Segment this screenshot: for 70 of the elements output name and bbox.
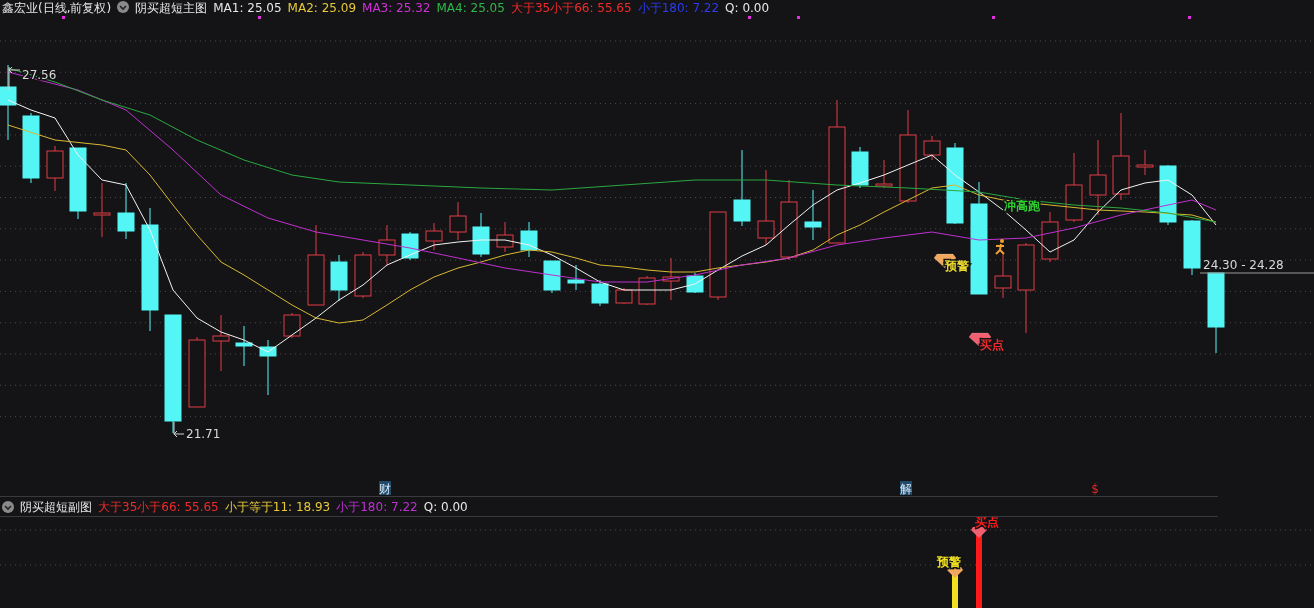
candlestick [212, 314, 230, 372]
candlestick [1136, 149, 1154, 176]
candlestick [330, 254, 348, 302]
arrow-icon [173, 421, 185, 438]
arrow-icon [8, 66, 21, 91]
gem-icon [971, 527, 987, 538]
candlestick [662, 257, 680, 301]
candlestick [994, 252, 1012, 299]
indicator-reading: Q: 0.00 [725, 1, 770, 15]
candlestick [543, 260, 561, 294]
signal-label: 买点 [980, 338, 1004, 352]
event-marker[interactable]: $ [1091, 482, 1099, 496]
gem-icon [947, 567, 963, 578]
indicator-reading: 大于35小于66: 55.65 [98, 499, 219, 514]
candlestick [93, 182, 111, 238]
candlestick [401, 231, 419, 261]
indicator-reading: MA2: 25.09 [287, 1, 357, 15]
indicator-name: 阴买超短主图 [135, 1, 208, 15]
candlestick [591, 279, 609, 307]
tick-mark [992, 16, 995, 19]
collapse-icon[interactable] [2, 500, 14, 513]
candlestick [283, 312, 301, 339]
tick-mark [258, 16, 261, 19]
low-price-label: 21.71 [186, 427, 221, 441]
signal-label: 预警 [945, 259, 969, 273]
candlestick [46, 145, 64, 192]
signal-label: 预警 [937, 555, 961, 569]
event-marker[interactable]: 解 [900, 482, 912, 496]
candlestick [472, 212, 490, 258]
candlestick [520, 221, 538, 258]
candlestick [1065, 152, 1083, 223]
candlestick [117, 182, 135, 240]
candlestick [1183, 219, 1201, 276]
event-marker-background [379, 481, 391, 495]
tick-mark [1188, 16, 1191, 19]
candlestick [235, 325, 253, 367]
indicator-reading: 小于180: 7.22 [336, 499, 418, 514]
stock-title: 鑫宏业(日线,前复权) [2, 1, 112, 15]
candlestick [1159, 164, 1177, 226]
candlestick [354, 251, 372, 299]
tick-mark [797, 16, 800, 19]
tick-mark [748, 16, 751, 19]
indicator-reading: 小于180: 7.22 [637, 1, 720, 15]
indicator-reading: 小于等于11: 18.93 [224, 499, 331, 514]
candlestick [923, 135, 941, 161]
candlestick [567, 264, 585, 291]
candlestick [875, 159, 893, 189]
candlestick [851, 146, 869, 189]
indicator-reading: MA3: 25.32 [362, 1, 431, 15]
indicator-reading: 大于35小于66: 55.65 [510, 1, 632, 15]
candlestick [188, 336, 206, 408]
event-marker[interactable]: 财 [379, 482, 391, 496]
candlestick [449, 201, 467, 241]
candlestick [378, 224, 396, 266]
last-price-label: 24.30 - 24.28 [1203, 258, 1284, 272]
candlestick [22, 112, 40, 184]
indicator-reading: MA4: 25.05 [436, 1, 505, 15]
indicator-name: 阴买超短副图 [20, 499, 92, 514]
event-marker-background [900, 481, 912, 495]
candlestick [1041, 211, 1059, 263]
candlestick [686, 272, 704, 294]
candlestick [259, 339, 277, 396]
indicator-reading: Q: 0.00 [423, 499, 468, 514]
tick-mark [62, 16, 65, 19]
candlestick [804, 189, 822, 241]
collapse-icon[interactable] [117, 1, 130, 13]
candlestick [425, 222, 443, 251]
candlestick [615, 287, 633, 305]
candlestick [496, 221, 514, 253]
indicator-reading: MA1: 25.05 [213, 1, 282, 15]
